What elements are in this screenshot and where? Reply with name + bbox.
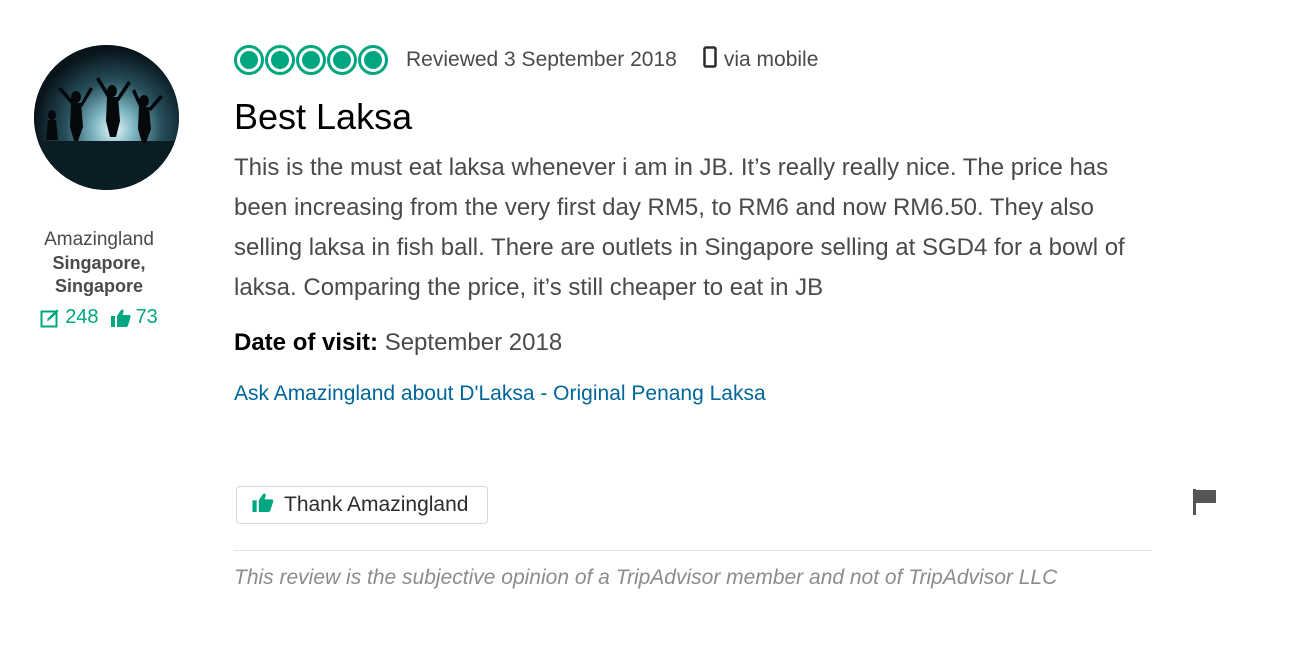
member-info: Amazingland Singapore, Singapore 248 73 [20,228,178,329]
review-count-badge[interactable]: 248 [40,306,99,329]
ask-member-link[interactable]: Ask Amazingland about D'Laksa - Original… [234,381,766,407]
thumbs-up-icon [252,493,274,518]
review-disclaimer: This review is the subjective opinion of… [234,566,1058,589]
date-of-visit: Date of visit: September 2018 [234,328,1154,358]
helpful-votes-badge[interactable]: 73 [110,306,158,329]
divider [234,550,1152,551]
member-stats: 248 73 [20,306,178,329]
member-location: Singapore, Singapore [52,253,146,296]
thank-button[interactable]: Thank Amazingland [236,486,489,524]
mobile-phone-icon [703,46,717,74]
rating-bubble [358,45,388,75]
review-count: 248 [65,306,99,328]
review-meta: Reviewed 3 September 2018 via mobile [234,40,1154,80]
rating-bubble [265,45,295,75]
bubble-rating-icon [234,45,388,75]
edit-pencil-icon [40,308,60,328]
visit-value: September 2018 [384,329,563,356]
review-card: Reviewed 3 September 2018 via mobile Bes… [234,40,1154,524]
rating-bubble [234,45,264,75]
flag-icon[interactable] [1192,488,1218,521]
review-title[interactable]: Best Laksa [234,95,1154,139]
visit-label: Date of visit: [234,329,379,356]
member-avatar[interactable] [34,45,179,190]
thank-button-label: Thank Amazingland [284,493,469,516]
thumbs-up-icon [110,309,131,327]
rating-bubble [327,45,357,75]
helpful-votes-count: 73 [135,306,158,328]
review-date: Reviewed 3 September 2018 [406,48,677,71]
via-label: via mobile [723,48,819,71]
rating-bubble [296,45,326,75]
via-mobile: via mobile [703,46,819,74]
review-body: This is the must eat laksa whenever i am… [234,154,1125,301]
member-name[interactable]: Amazingland [20,228,178,252]
